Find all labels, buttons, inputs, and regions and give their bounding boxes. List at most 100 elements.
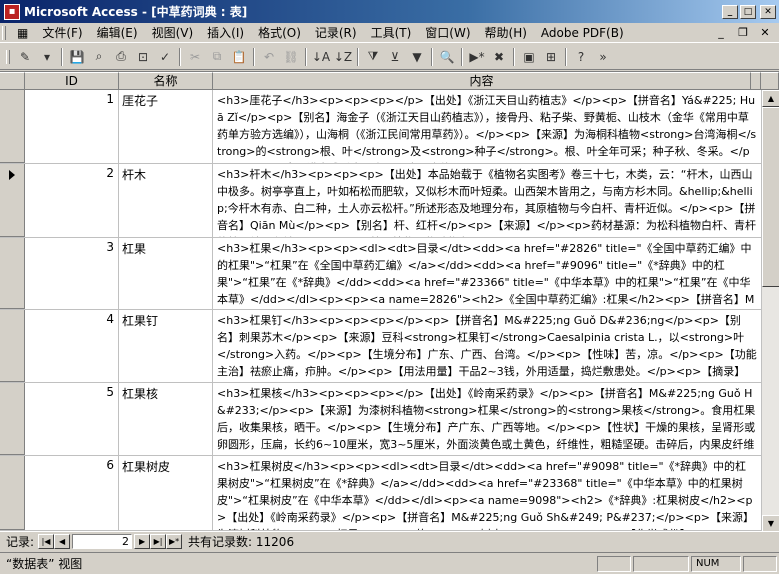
- record-navigation-bar: 记录: |◀ ◀ 2 ▶ ▶| ▶* 共有记录数: 11206: [0, 531, 779, 550]
- view-design-icon[interactable]: ✎: [14, 46, 36, 68]
- cell-name[interactable]: 杠果树皮: [119, 456, 213, 530]
- cell-name[interactable]: 杠果: [119, 238, 213, 309]
- copy-icon[interactable]: ⧉: [206, 46, 228, 68]
- view-dropdown-icon[interactable]: ▾: [36, 46, 58, 68]
- toolbar: ✎ ▾ 💾 ⌕ ⎙ ⊡ ✓ ✂ ⧉ 📋 ↶ ⛓ ↓A ↓Z ⧩ ⊻ ▼ 🔍 ▶*…: [0, 44, 779, 70]
- new-record-button[interactable]: ▶*: [166, 533, 183, 549]
- last-record-button[interactable]: ▶|: [150, 533, 167, 549]
- table-row[interactable]: 5 杠果核 <h3>杠果核</h3><p><p><p></p>【出处】《岭南采药…: [0, 383, 761, 456]
- table-row[interactable]: 1 厓花子 <h3>厓花子</h3><p><p><p></p>【出处】《浙江天目…: [0, 90, 761, 164]
- menu-insert[interactable]: 插入(I): [200, 24, 251, 42]
- table-doc-icon[interactable]: ▦: [10, 24, 35, 42]
- filter-by-form-icon[interactable]: ⊻: [384, 46, 406, 68]
- cell-name[interactable]: 厓花子: [119, 90, 213, 163]
- close-button[interactable]: ✕: [760, 4, 776, 19]
- scroll-thumb[interactable]: [762, 107, 779, 287]
- cell-id[interactable]: 3: [25, 238, 119, 309]
- scroll-down-icon[interactable]: ▼: [762, 515, 779, 531]
- delete-record-icon[interactable]: ✖: [488, 46, 510, 68]
- datasheet: ID 名称 内容 1 厓花子 <h3>厓花子</h3><p><p><p></p>…: [0, 71, 779, 531]
- mdi-restore-button[interactable]: ❐: [735, 26, 751, 39]
- column-header-id[interactable]: ID: [25, 72, 119, 90]
- help-icon[interactable]: ?: [570, 46, 592, 68]
- record-selector[interactable]: [0, 310, 25, 382]
- menu-file[interactable]: 文件(F): [35, 24, 89, 42]
- apply-filter-icon[interactable]: ▼: [406, 46, 428, 68]
- status-panel: [633, 555, 689, 572]
- status-bar: “数据表” 视图 NUM: [0, 552, 779, 574]
- record-nav-label: 记录:: [6, 534, 35, 549]
- menu-help[interactable]: 帮助(H): [478, 24, 534, 42]
- spelling-icon[interactable]: ✓: [154, 46, 176, 68]
- mdi-close-button[interactable]: ✕: [757, 26, 773, 39]
- paste-icon[interactable]: 📋: [228, 46, 250, 68]
- table-row-current[interactable]: 2 杆木 <h3>杆木</h3><p><p><p>【出处】本品始载于《植物名实图…: [0, 164, 761, 238]
- database-window-icon[interactable]: ▣: [518, 46, 540, 68]
- window-title: Microsoft Access - [中草药词典 : 表]: [24, 5, 248, 19]
- cell-name[interactable]: 杠果钉: [119, 310, 213, 382]
- record-selector[interactable]: [0, 90, 25, 163]
- status-panel: [597, 555, 631, 572]
- column-header-row: ID 名称 内容: [0, 72, 779, 90]
- record-selector-current[interactable]: [0, 164, 25, 237]
- vertical-scrollbar[interactable]: ▲ ▼: [761, 90, 779, 531]
- column-header-name[interactable]: 名称: [119, 72, 213, 90]
- menu-window[interactable]: 窗口(W): [418, 24, 477, 42]
- print-preview-icon[interactable]: ⊡: [132, 46, 154, 68]
- sort-ascending-icon[interactable]: ↓A: [310, 46, 332, 68]
- record-selector[interactable]: [0, 238, 25, 309]
- menu-adobe-pdf[interactable]: Adobe PDF(B): [534, 24, 631, 42]
- table-row[interactable]: 3 杠果 <h3>杠果</h3><p><p><dl><dt>目录</dt><dd…: [0, 238, 761, 310]
- table-row[interactable]: 6 杠果树皮 <h3>杠果树皮</h3><p><p><dl><dt>目录</dt…: [0, 456, 761, 531]
- scroll-up-icon[interactable]: ▲: [762, 90, 779, 107]
- cell-id[interactable]: 5: [25, 383, 119, 455]
- maximize-button[interactable]: □: [740, 4, 756, 19]
- cell-name[interactable]: 杆木: [119, 164, 213, 237]
- select-all-corner[interactable]: [0, 72, 25, 90]
- menu-grip: [2, 25, 6, 40]
- current-record-input[interactable]: 2: [72, 533, 133, 549]
- cell-id[interactable]: 1: [25, 90, 119, 163]
- cell-content[interactable]: <h3>杠果树皮</h3><p><p><dl><dt>目录</dt><dd><a…: [213, 456, 761, 530]
- filter-by-selection-icon[interactable]: ⧩: [362, 46, 384, 68]
- current-record-arrow-icon: [9, 170, 15, 180]
- record-selector[interactable]: [0, 456, 25, 530]
- menu-format[interactable]: 格式(O): [251, 24, 308, 42]
- status-text: “数据表” 视图: [6, 557, 83, 571]
- table-row[interactable]: 4 杠果钉 <h3>杠果钉</h3><p><p><p></p><p>【拼音名】M…: [0, 310, 761, 383]
- cell-content[interactable]: <h3>杆木</h3><p><p><p>【出处】本品始载于《植物名实图考》卷三十…: [213, 164, 761, 237]
- access-app-icon[interactable]: ▪: [4, 3, 20, 20]
- next-record-button[interactable]: ▶: [134, 533, 151, 549]
- previous-record-button[interactable]: ◀: [54, 533, 71, 549]
- cell-content[interactable]: <h3>厓花子</h3><p><p><p></p>【出处】《浙江天目山药植志》<…: [213, 90, 761, 163]
- cell-name[interactable]: 杠果核: [119, 383, 213, 455]
- find-icon[interactable]: 🔍: [436, 46, 458, 68]
- cell-content[interactable]: <h3>杠果核</h3><p><p><p></p>【出处】《岭南采药录》</p>…: [213, 383, 761, 455]
- new-object-icon[interactable]: ⊞: [540, 46, 562, 68]
- cell-id[interactable]: 4: [25, 310, 119, 382]
- print-icon[interactable]: ⎙: [110, 46, 132, 68]
- sort-descending-icon[interactable]: ↓Z: [332, 46, 354, 68]
- toolbar-options-icon[interactable]: »: [592, 46, 614, 68]
- file-search-icon[interactable]: ⌕: [88, 46, 110, 68]
- cell-id[interactable]: 6: [25, 456, 119, 530]
- cell-content[interactable]: <h3>杠果钉</h3><p><p><p></p><p>【拼音名】M&#225;…: [213, 310, 761, 382]
- cell-id[interactable]: 2: [25, 164, 119, 237]
- num-lock-indicator: NUM: [691, 555, 741, 572]
- menu-records[interactable]: 记录(R): [308, 24, 364, 42]
- menu-edit[interactable]: 编辑(E): [90, 24, 145, 42]
- record-count-label: 共有记录数: 11206: [188, 534, 295, 549]
- column-header-content[interactable]: 内容: [213, 72, 751, 90]
- save-icon[interactable]: 💾: [66, 46, 88, 68]
- undo-icon[interactable]: ↶: [258, 46, 280, 68]
- menu-tools[interactable]: 工具(T): [364, 24, 419, 42]
- first-record-button[interactable]: |◀: [38, 533, 55, 549]
- record-selector[interactable]: [0, 383, 25, 455]
- mdi-minimize-button[interactable]: _: [713, 26, 729, 39]
- cell-content[interactable]: <h3>杠果</h3><p><p><dl><dt>目录</dt><dd><a h…: [213, 238, 761, 309]
- minimize-button[interactable]: _: [722, 4, 738, 19]
- insert-hyperlink-icon[interactable]: ⛓: [280, 46, 302, 68]
- menu-view[interactable]: 视图(V): [145, 24, 201, 42]
- cut-icon[interactable]: ✂: [184, 46, 206, 68]
- new-record-icon[interactable]: ▶*: [466, 46, 488, 68]
